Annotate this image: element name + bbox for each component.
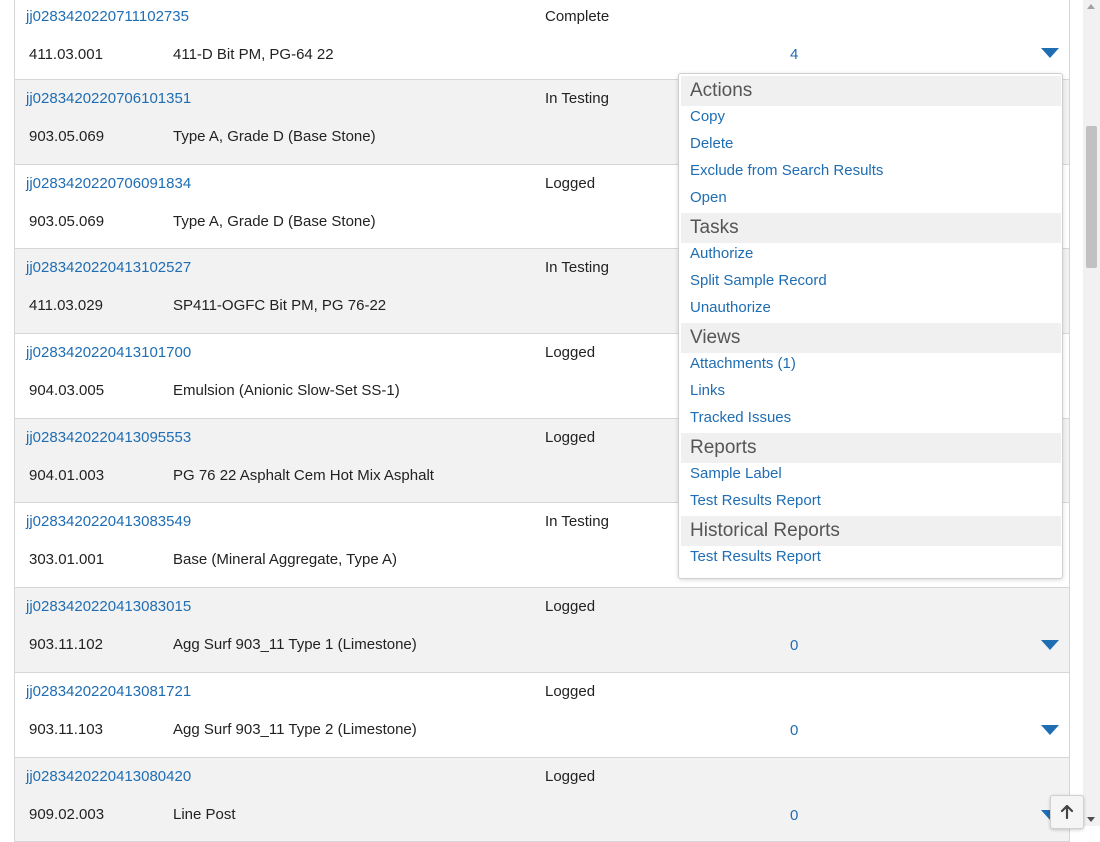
material-code: 909.02.003 (29, 806, 104, 823)
table-row: jj0283420220413083015 Logged 903.11.102 Agg… (15, 588, 1069, 673)
menu-item[interactable]: Exclude from Search Results (690, 162, 883, 179)
material-description: PG 76 22 Asphalt Cem Hot Mix Asphalt (173, 467, 434, 484)
menu-item[interactable]: Sample Label (690, 465, 782, 482)
back-to-top-button[interactable] (1050, 795, 1084, 829)
menu-section-header: Historical Reports (681, 516, 1061, 546)
material-description: 411-D Bit PM, PG-64 22 (173, 46, 334, 63)
sample-status: In Testing (545, 259, 609, 276)
sample-status: Logged (545, 175, 595, 192)
scrollbar-thumb[interactable] (1086, 126, 1097, 268)
material-description: Type A, Grade D (Base Stone) (173, 213, 376, 230)
sample-status: Complete (545, 8, 609, 25)
sample-id-link[interactable]: jj0283420220413080420 (26, 768, 191, 785)
sample-id-link[interactable]: jj0283420220413102527 (26, 259, 191, 276)
table-row: jj0283420220711102735 Complete 411.03.001 4… (15, 0, 1069, 80)
menu-item[interactable]: Tracked Issues (690, 409, 791, 426)
menu-item[interactable]: Open (690, 189, 727, 206)
sample-id-link[interactable]: jj0283420220413081721 (26, 683, 191, 700)
material-code: 411.03.001 (29, 46, 103, 63)
menu-item[interactable]: Delete (690, 135, 733, 152)
material-code: 303.01.001 (29, 551, 104, 568)
test-count-link[interactable]: 0 (790, 722, 798, 739)
test-count-link[interactable]: 4 (790, 46, 798, 63)
material-description: SP411-OGFC Bit PM, PG 76-22 (173, 297, 386, 314)
material-code: 411.03.029 (29, 297, 103, 314)
material-code: 903.05.069 (29, 213, 104, 230)
sample-status: In Testing (545, 513, 609, 530)
sample-status: In Testing (545, 90, 609, 107)
sample-status: Logged (545, 598, 595, 615)
menu-item[interactable]: Test Results Report (690, 492, 821, 509)
material-code: 904.01.003 (29, 467, 104, 484)
menu-item[interactable]: Unauthorize (690, 299, 771, 316)
sample-id-link[interactable]: jj0283420220413083015 (26, 598, 191, 615)
menu-item[interactable]: Split Sample Record (690, 272, 827, 289)
sample-id-link[interactable]: jj0283420220413095553 (26, 429, 191, 446)
sample-status: Logged (545, 768, 595, 785)
sample-status: Logged (545, 429, 595, 446)
test-count-link[interactable]: 0 (790, 637, 798, 654)
caret-down-icon[interactable] (1039, 723, 1061, 737)
sample-id-link[interactable]: jj0283420220711102735 (26, 8, 189, 25)
sample-id-link[interactable]: jj0283420220706091834 (26, 175, 191, 192)
menu-item[interactable]: Authorize (690, 245, 753, 262)
menu-item[interactable]: Test Results Report (690, 548, 821, 565)
row-context-menu: Actions Copy Delete Exclude from Search Res… (678, 73, 1063, 579)
menu-item[interactable]: Links (690, 382, 725, 399)
material-description: Line Post (173, 806, 236, 823)
sample-id-link[interactable]: jj0283420220413083549 (26, 513, 191, 530)
material-code: 903.05.069 (29, 128, 104, 145)
sample-id-link[interactable]: jj0283420220413101700 (26, 344, 191, 361)
caret-down-icon[interactable] (1039, 46, 1061, 60)
menu-section-header: Reports (681, 433, 1061, 463)
table-row: jj0283420220413081721 Logged 903.11.103 Agg… (15, 673, 1069, 758)
material-code: 904.03.005 (29, 382, 104, 399)
material-code: 903.11.103 (29, 721, 103, 738)
menu-section-header: Views (681, 323, 1061, 353)
scroll-up-arrow-icon[interactable] (1087, 4, 1095, 9)
sample-status: Logged (545, 344, 595, 361)
material-description: Agg Surf 903_11 Type 2 (Limestone) (173, 721, 417, 738)
material-description: Agg Surf 903_11 Type 1 (Limestone) (173, 636, 417, 653)
material-description: Base (Mineral Aggregate, Type A) (173, 551, 397, 568)
menu-item[interactable]: Attachments (1) (690, 355, 796, 372)
sample-status: Logged (545, 683, 595, 700)
material-description: Type A, Grade D (Base Stone) (173, 128, 376, 145)
menu-section-header: Actions (681, 76, 1061, 106)
arrow-up-icon (1060, 805, 1074, 819)
caret-down-icon[interactable] (1039, 638, 1061, 652)
material-code: 903.11.102 (29, 636, 103, 653)
scroll-down-arrow-icon[interactable] (1087, 817, 1095, 822)
material-description: Emulsion (Anionic Slow-Set SS-1) (173, 382, 400, 399)
menu-section-header: Tasks (681, 213, 1061, 243)
table-row: jj0283420220413080420 Logged 909.02.003 Lin… (15, 758, 1069, 842)
sample-id-link[interactable]: jj0283420220706101351 (26, 90, 191, 107)
vertical-scrollbar[interactable] (1083, 0, 1100, 826)
menu-item[interactable]: Copy (690, 108, 725, 125)
test-count-link[interactable]: 0 (790, 807, 798, 824)
